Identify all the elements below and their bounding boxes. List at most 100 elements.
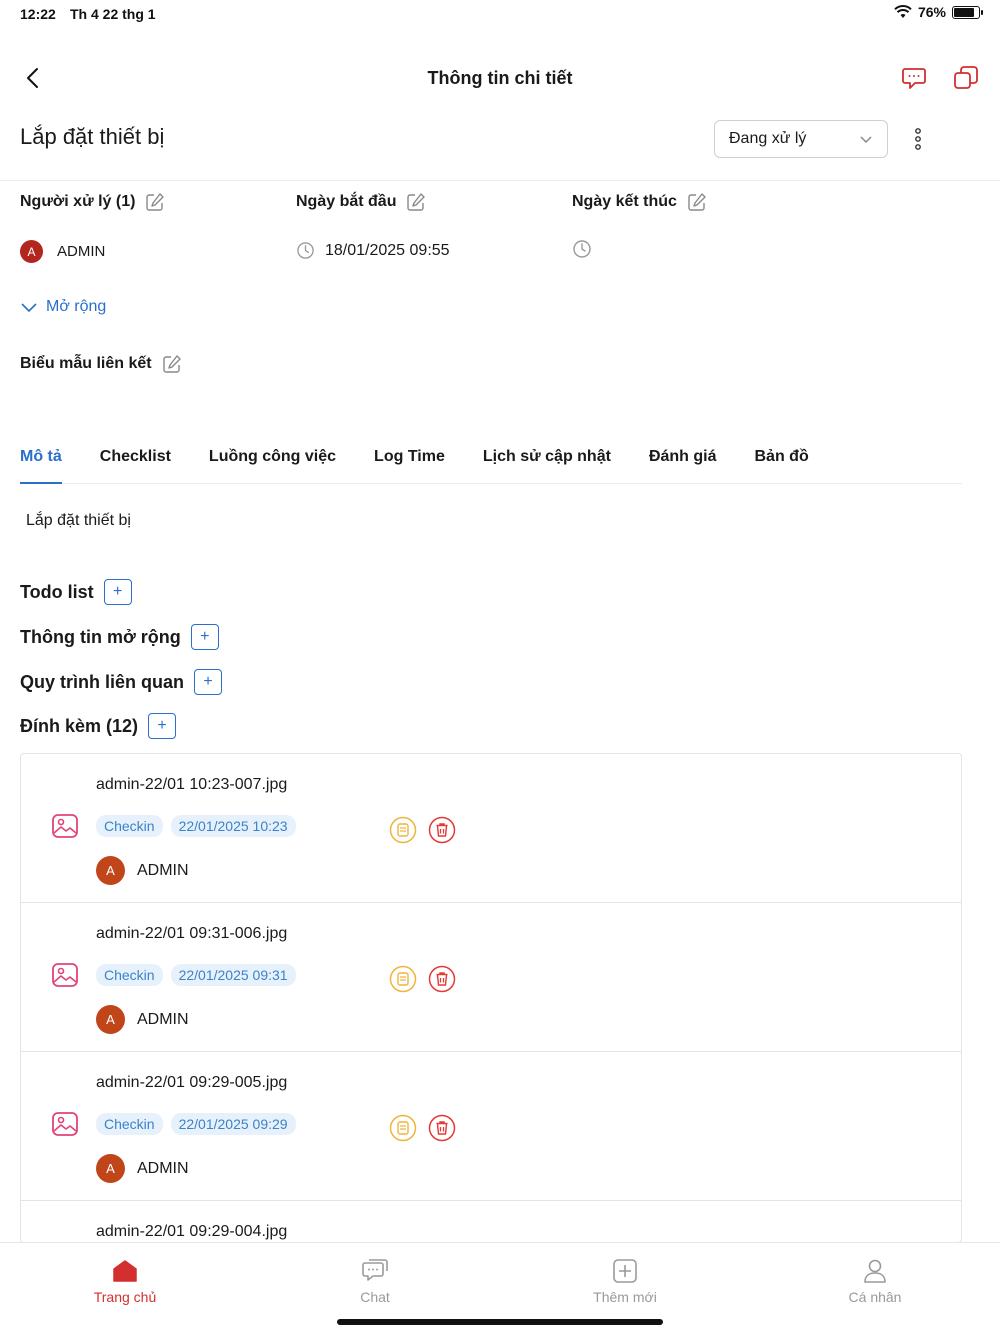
attachment-tags: Checkin 22/01/2025 09:31 [96, 964, 296, 986]
start-date-value: 18/01/2025 09:55 [296, 241, 450, 260]
start-date-text: 18/01/2025 09:55 [325, 241, 450, 259]
tabbar-chat[interactable]: Chat [300, 1257, 450, 1305]
attachment-tags: Checkin 22/01/2025 09:29 [96, 1113, 296, 1135]
trash-icon[interactable] [428, 1114, 456, 1142]
status-right: 76% [894, 4, 983, 20]
attachment-tags: Checkin 22/01/2025 10:23 [96, 815, 296, 837]
description-text: Lắp đặt thiết bị [26, 512, 131, 529]
trash-icon[interactable] [428, 816, 456, 844]
assignee-name: ADMIN [57, 243, 106, 260]
tabbar-profile[interactable]: Cá nhân [800, 1257, 950, 1305]
edit-end-date-icon[interactable] [687, 192, 707, 212]
owner-name: ADMIN [137, 1010, 189, 1028]
todo-section: Todo list + [20, 579, 132, 605]
end-date-value [572, 239, 602, 259]
attachment-type-tag: Checkin [96, 815, 163, 837]
battery-percent: 76% [917, 4, 946, 20]
add-icon [613, 1259, 637, 1283]
more-vertical-icon[interactable] [908, 126, 928, 152]
expand-toggle[interactable]: Mở rộng [20, 298, 106, 316]
attachment-item[interactable]: admin-22/01 09:29-004.jpg [21, 1201, 961, 1242]
attachment-item[interactable]: admin-22/01 09:29-005.jpg Checkin 22/01/… [21, 1052, 961, 1201]
tab-description[interactable]: Mô tả [20, 448, 62, 484]
comment-icon[interactable] [900, 64, 928, 92]
expand-label: Mở rộng [46, 298, 107, 315]
add-related-process-button[interactable]: + [194, 669, 223, 695]
copy-icon[interactable] [952, 64, 980, 92]
attachment-filename: admin-22/01 09:31-006.jpg [96, 925, 288, 942]
tabbar-add[interactable]: Thêm mới [550, 1257, 700, 1305]
user-icon [864, 1259, 886, 1283]
tabbar-chat-label: Chat [360, 1289, 390, 1305]
status-date: Th 4 22 thg 1 [70, 6, 156, 22]
attachment-owner: A ADMIN [96, 1005, 189, 1034]
wifi-icon [894, 5, 912, 18]
avatar: A [20, 240, 43, 263]
status-time: 12:22 [20, 6, 56, 22]
attachment-owner: A ADMIN [96, 1154, 189, 1183]
assignee-label: Người xử lý (1) [20, 192, 165, 212]
home-icon [113, 1260, 137, 1282]
add-todo-button[interactable]: + [103, 579, 132, 605]
related-process-section: Quy trình liên quan + [20, 669, 223, 695]
page-title: Thông tin chi tiết [427, 68, 573, 88]
related-process-title: Quy trình liên quan [20, 671, 185, 692]
task-title: Lắp đặt thiết bị [20, 124, 165, 149]
tabbar-home[interactable]: Trang chủ [50, 1257, 200, 1305]
edit-start-date-icon[interactable] [406, 192, 426, 212]
attachment-datetime-tag: 22/01/2025 09:29 [170, 1113, 296, 1135]
attachment-item[interactable]: admin-22/01 09:31-006.jpg Checkin 22/01/… [21, 903, 961, 1052]
attachments-title: Đính kèm (12) [20, 715, 139, 736]
attachments-section: Đính kèm (12) + [20, 713, 177, 739]
attachment-datetime-tag: 22/01/2025 09:31 [170, 964, 296, 986]
attachment-item[interactable]: admin-22/01 10:23-007.jpg Checkin 22/01/… [21, 754, 961, 903]
end-date-label: Ngày kết thúc [572, 192, 707, 212]
todo-title: Todo list [20, 581, 94, 602]
attachment-filename: admin-22/01 10:23-007.jpg [96, 776, 288, 793]
add-attachment-button[interactable]: + [148, 713, 177, 739]
status-dropdown-value: Đang xử lý [729, 130, 807, 147]
linked-form-text: Biểu mẫu liên kết [20, 355, 152, 372]
battery-icon [952, 5, 983, 19]
attachment-type-tag: Checkin [96, 964, 163, 986]
extra-info-title: Thông tin mở rộng [20, 626, 181, 647]
chevron-down-icon [860, 136, 872, 144]
chevron-down-icon [21, 303, 37, 313]
tabbar-add-label: Thêm mới [593, 1289, 657, 1305]
attachment-list: admin-22/01 10:23-007.jpg Checkin 22/01/… [20, 753, 962, 1243]
attachment-owner: A ADMIN [96, 856, 189, 885]
note-icon[interactable] [389, 816, 417, 844]
clock-icon [573, 240, 591, 258]
assignee-chip[interactable]: A ADMIN [20, 240, 105, 263]
image-file-icon [52, 814, 78, 838]
start-date-label-text: Ngày bắt đầu [296, 193, 397, 210]
trash-icon[interactable] [428, 965, 456, 993]
attachment-datetime-tag: 22/01/2025 10:23 [170, 815, 296, 837]
tab-review[interactable]: Đánh giá [649, 448, 717, 484]
add-extra-info-button[interactable]: + [190, 624, 219, 650]
edit-assignee-icon[interactable] [145, 192, 165, 212]
status-dropdown[interactable]: Đang xử lý [714, 120, 888, 158]
attachment-filename: admin-22/01 09:29-004.jpg [96, 1223, 288, 1240]
home-indicator [337, 1319, 663, 1325]
attachment-filename: admin-22/01 09:29-005.jpg [96, 1074, 288, 1091]
avatar: A [96, 856, 125, 885]
note-icon[interactable] [389, 965, 417, 993]
tab-checklist[interactable]: Checklist [100, 448, 171, 484]
tab-update-history[interactable]: Lịch sử cập nhật [483, 448, 611, 484]
edit-linked-form-icon[interactable] [162, 354, 182, 374]
avatar: A [96, 1154, 125, 1183]
assignee-label-text: Người xử lý (1) [20, 193, 136, 210]
attachment-type-tag: Checkin [96, 1113, 163, 1135]
note-icon[interactable] [389, 1114, 417, 1142]
tab-log-time[interactable]: Log Time [374, 448, 445, 484]
tab-workflow[interactable]: Luồng công việc [209, 448, 336, 484]
image-file-icon [52, 1112, 78, 1136]
avatar: A [96, 1005, 125, 1034]
tab-map[interactable]: Bản đồ [755, 448, 809, 484]
clock-icon [297, 242, 314, 259]
start-date-label: Ngày bắt đầu [296, 192, 426, 212]
chat-icon [362, 1259, 388, 1281]
linked-form-label: Biểu mẫu liên kết [20, 354, 182, 374]
image-file-icon [52, 963, 78, 987]
